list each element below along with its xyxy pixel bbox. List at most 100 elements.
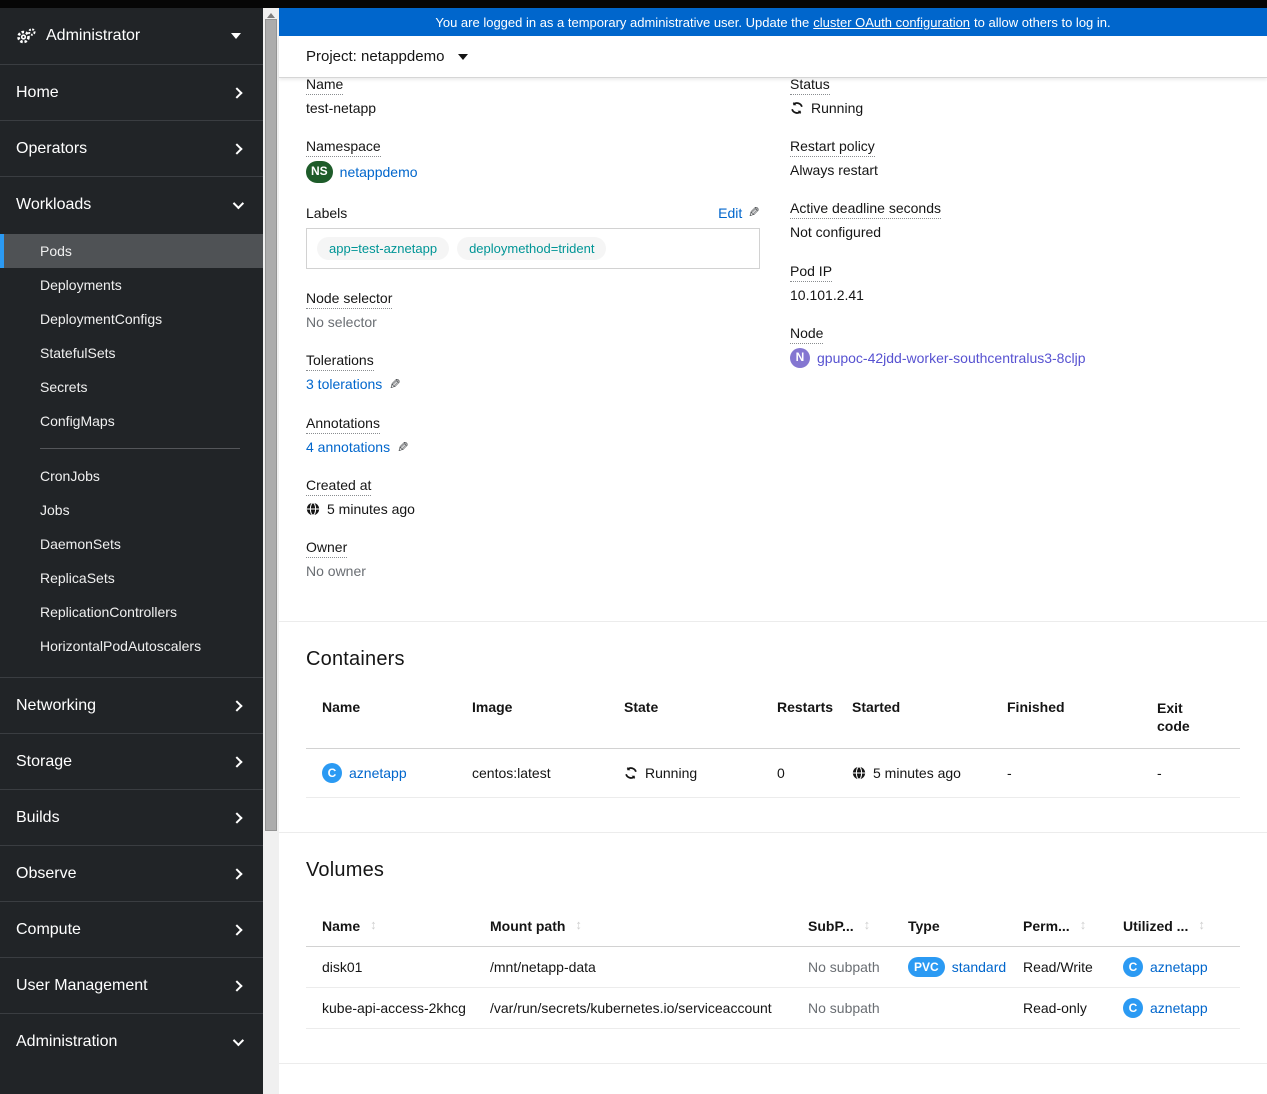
status-label: Status xyxy=(790,78,830,95)
col-header-subpath[interactable]: SubP... ↕ xyxy=(792,902,892,947)
volume-subpath-cell: No subpath xyxy=(792,947,892,988)
sidebar-item-configmaps[interactable]: ConfigMaps xyxy=(0,404,263,438)
scrollbar-up-icon xyxy=(267,12,275,18)
annotations-label: Annotations xyxy=(306,414,380,434)
sidebar-item-cronjobs[interactable]: CronJobs xyxy=(0,459,263,493)
sidebar-item-operators[interactable]: Operators xyxy=(0,120,263,176)
sidebar-item-horizontalpodautoscalers[interactable]: HorizontalPodAutoscalers xyxy=(0,629,263,663)
volume-subpath-cell: No subpath xyxy=(792,988,892,1029)
sidebar-item-statefulsets[interactable]: StatefulSets xyxy=(0,336,263,370)
project-selector[interactable]: Project: netappdemo xyxy=(306,48,469,65)
label-pill: app=test-aznetapp xyxy=(317,237,450,261)
sidebar-item-daemonsets[interactable]: DaemonSets xyxy=(0,527,263,561)
sync-icon xyxy=(790,101,804,115)
sidebar-item-builds[interactable]: Builds xyxy=(0,789,263,845)
container-badge: C xyxy=(1123,997,1143,1018)
chevron-right-icon xyxy=(231,699,243,712)
chevron-right-icon xyxy=(231,867,243,880)
restart-policy-label: Restart policy xyxy=(790,138,875,158)
sidebar-item-workloads[interactable]: Workloads xyxy=(0,176,263,232)
sort-icon[interactable]: ↕ xyxy=(1080,918,1087,931)
sidebar-item-networking[interactable]: Networking xyxy=(0,677,263,733)
masthead-strip xyxy=(0,0,1267,8)
name-label: Name xyxy=(306,78,344,95)
containers-section: Containers Name Image State Restarts Sta… xyxy=(279,622,1267,831)
container-image-cell: centos:latest xyxy=(456,749,608,798)
col-header-state: State xyxy=(608,683,761,749)
container-link[interactable]: aznetapp xyxy=(1150,959,1208,975)
perspective-switcher[interactable]: Administrator xyxy=(0,8,263,64)
volume-permissions-cell: Read-only xyxy=(1007,988,1107,1029)
pencil-icon[interactable]: ✎ xyxy=(389,375,401,393)
sidebar-item-secrets[interactable]: Secrets xyxy=(0,370,263,404)
sidebar-nav: Administrator Home Operators Workloads P… xyxy=(0,8,263,1094)
col-header-restarts: Restarts xyxy=(761,683,836,749)
field-annotations: Annotations 4 annotations ✎ xyxy=(306,414,760,456)
field-created-at: Created at 5 minutes ago xyxy=(306,476,760,518)
labels-label: Labels xyxy=(306,204,348,221)
pod-ip-value: 10.101.2.41 xyxy=(790,286,864,303)
sidebar-item-observe[interactable]: Observe xyxy=(0,845,263,901)
sidebar-item-replicationcontrollers[interactable]: ReplicationControllers xyxy=(0,595,263,629)
sidebar-item-deployments[interactable]: Deployments xyxy=(0,268,263,302)
pod-details-content: Name test-netapp Namespace NS netappdemo… xyxy=(279,78,1267,1094)
container-link[interactable]: aznetapp xyxy=(1150,1000,1208,1016)
sidebar-item-user-management[interactable]: User Management xyxy=(0,957,263,1013)
sidebar-item-home[interactable]: Home xyxy=(0,64,263,120)
globe-icon xyxy=(852,765,866,780)
container-started-cell: 5 minutes ago xyxy=(836,749,991,798)
pvc-link[interactable]: standard xyxy=(952,959,1006,975)
chevron-down-icon xyxy=(232,197,245,209)
col-header-permissions[interactable]: Perm... ↕ xyxy=(1007,902,1107,947)
sidebar-item-deploymentconfigs[interactable]: DeploymentConfigs xyxy=(0,302,263,336)
sidebar-item-replicasets[interactable]: ReplicaSets xyxy=(0,561,263,595)
annotations-link[interactable]: 4 annotations xyxy=(306,438,390,456)
pencil-icon[interactable]: ✎ xyxy=(397,438,409,456)
cluster-oauth-configuration-link[interactable]: cluster OAuth configuration xyxy=(813,15,970,30)
tolerations-link[interactable]: 3 tolerations xyxy=(306,375,382,393)
name-value: test-netapp xyxy=(306,100,377,116)
edit-labels-button[interactable]: Edit ✎ xyxy=(718,204,760,221)
scrollbar-thumb[interactable] xyxy=(265,19,277,831)
containers-table: Name Image State Restarts Started Finish… xyxy=(306,683,1240,798)
col-header-name: Name xyxy=(306,683,456,749)
chevron-right-icon xyxy=(231,142,243,155)
chevron-down-icon xyxy=(232,1034,245,1046)
sidebar-item-compute[interactable]: Compute xyxy=(0,901,263,957)
volume-utilized-cell: C aznetapp xyxy=(1107,947,1240,988)
col-header-utilized[interactable]: Utilized ... ↕ xyxy=(1107,902,1240,947)
project-bar: Project: netappdemo xyxy=(279,36,1267,78)
login-notice-banner: You are logged in as a temporary adminis… xyxy=(279,8,1267,36)
col-header-finished: Finished xyxy=(991,683,1141,749)
sidebar-item-storage[interactable]: Storage xyxy=(0,733,263,789)
container-link[interactable]: aznetapp xyxy=(349,765,407,781)
node-badge: N xyxy=(790,347,810,368)
pod-ip-label: Pod IP xyxy=(790,262,833,282)
col-header-started: Started xyxy=(836,683,991,749)
container-state-cell: Running xyxy=(608,749,761,798)
label-pill: deploymethod=trident xyxy=(457,237,607,261)
caret-down-icon xyxy=(458,53,469,60)
sidebar-item-jobs[interactable]: Jobs xyxy=(0,493,263,527)
field-restart-policy: Restart policy Always restart xyxy=(790,138,1240,179)
volumes-title: Volumes xyxy=(306,858,385,881)
sort-icon[interactable]: ↕ xyxy=(370,918,377,931)
col-header-volume-name[interactable]: Name ↕ xyxy=(306,902,474,947)
vertical-scrollbar[interactable] xyxy=(263,8,279,1094)
volume-mount-path-cell: /var/run/secrets/kubernetes.io/serviceac… xyxy=(474,988,792,1029)
sync-icon xyxy=(624,766,638,780)
container-finished-cell: - xyxy=(991,749,1141,798)
cogs-icon xyxy=(16,27,36,45)
sort-icon[interactable]: ↕ xyxy=(1198,918,1205,931)
chevron-right-icon xyxy=(231,979,243,992)
namespace-link[interactable]: netappdemo xyxy=(340,163,418,181)
sort-icon[interactable]: ↕ xyxy=(864,918,871,931)
sidebar-item-administration[interactable]: Administration xyxy=(0,1013,263,1069)
node-link[interactable]: gpupoc-42jdd-worker-southcentralus3-8clj… xyxy=(817,349,1085,367)
sort-icon[interactable]: ↕ xyxy=(575,918,582,931)
col-header-type: Type xyxy=(892,902,1007,947)
col-header-mount-path[interactable]: Mount path ↕ xyxy=(474,902,792,947)
sidebar-item-pods[interactable]: Pods xyxy=(0,234,263,268)
field-namespace: Namespace NS netappdemo xyxy=(306,138,760,184)
field-active-deadline: Active deadline seconds Not configured xyxy=(790,200,1240,241)
